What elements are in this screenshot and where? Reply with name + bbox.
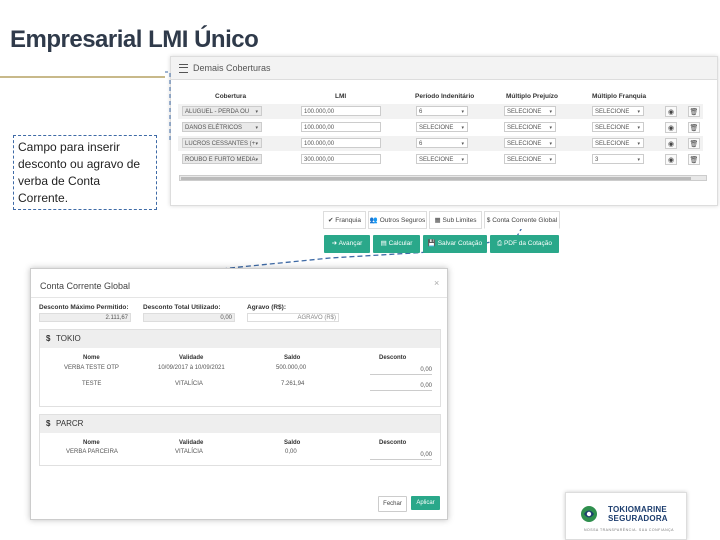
logo-text-line1: TOKIOMARINE [608,505,667,514]
row-validade: VITALÍCIA [175,381,203,387]
users-icon: 👥 [369,217,378,224]
apply-button[interactable]: Aplicar [411,496,440,510]
row-nome: TESTE [82,381,102,387]
row-nome: VERBA TESTE OTP [64,365,119,371]
tab-conta-corrente-global[interactable]: $ Conta Corrente Global [484,211,560,229]
row-validade: 10/09/2017 à 10/09/2021 [158,365,225,371]
conta-corrente-modal: Conta Corrente Global × Desconto Máximo … [30,268,448,520]
close-button[interactable]: Fechar [378,496,407,512]
row-nome: VERBA PARCEIRA [66,449,118,455]
tab-franquia[interactable]: ✔ Franquia [323,211,366,229]
discount-input[interactable]: 0,00 [370,380,432,391]
section-parcr: $ PARCR Nome Validade Saldo Desconto VER… [39,414,441,466]
save-quote-button[interactable]: 💾 Salvar Cotação [423,235,487,253]
calculator-icon: ▤ [380,240,387,247]
section-header: $ TOKIO [40,330,440,348]
dollar-icon: $ [46,334,51,343]
used-discount-label: Desconto Total Utilizado: [143,304,221,311]
calculate-button[interactable]: ▤ Calcular [373,235,420,253]
divider [31,297,447,298]
col-header-validade: Validade [179,355,204,361]
modal-title: Conta Corrente Global [40,281,131,291]
col-header-desconto: Desconto [379,440,407,446]
discount-input[interactable]: 0,00 [370,449,432,460]
row-saldo: 7.261,94 [281,381,305,387]
section-tokio: $ TOKIO Nome Validade Saldo Desconto VER… [39,329,441,407]
grid-icon: ▦ [434,217,441,224]
logo-tagline: NOSSA TRANSPARÊNCIA. SUA CONFIANÇA [584,528,674,532]
tab-outros-seguros[interactable]: 👥 Outros Seguros [368,211,427,229]
used-discount-value: 0,00 [143,313,235,322]
agravo-label: Agravo (R$): [247,304,287,311]
check-icon: ✔ [328,217,334,224]
tab-sub-limites[interactable]: ▦ Sub Limites [429,211,482,229]
dollar-icon: $ [46,419,51,428]
company-logo: TOKIOMARINE SEGURADORA NOSSA TRANSPARÊNC… [565,492,687,540]
col-header-desconto: Desconto [379,355,407,361]
section-header: $ PARCR [40,415,440,433]
row-validade: VITALÍCIA [175,449,203,455]
max-discount-value: 2.111,67 [39,313,131,322]
section-title: TOKIO [56,334,81,343]
col-header-saldo: Saldo [284,355,301,361]
close-icon[interactable]: × [434,278,439,288]
agravo-input[interactable]: AGRAVO (R$) [247,313,339,322]
dollar-icon: $ [486,217,491,224]
logo-text-line2: SEGURADORA [608,514,668,523]
advance-button[interactable]: ➜ Avançar [324,235,370,253]
pdf-icon: ⎙ [496,240,503,247]
pdf-quote-button[interactable]: ⎙ PDF da Cotação [490,235,559,253]
tokiomarine-logo-icon [581,506,597,522]
save-icon: 💾 [427,240,436,247]
section-title: PARCR [56,419,84,428]
discount-input[interactable]: 0,00 [370,364,432,375]
max-discount-label: Desconto Máximo Permitido: [39,304,129,311]
row-saldo: 0,00 [285,449,297,455]
col-header-nome: Nome [83,355,100,361]
arrow-right-icon: ➜ [331,240,338,247]
col-header-saldo: Saldo [284,440,301,446]
col-header-validade: Validade [179,440,204,446]
col-header-nome: Nome [83,440,100,446]
row-saldo: 500.000,00 [276,365,307,371]
